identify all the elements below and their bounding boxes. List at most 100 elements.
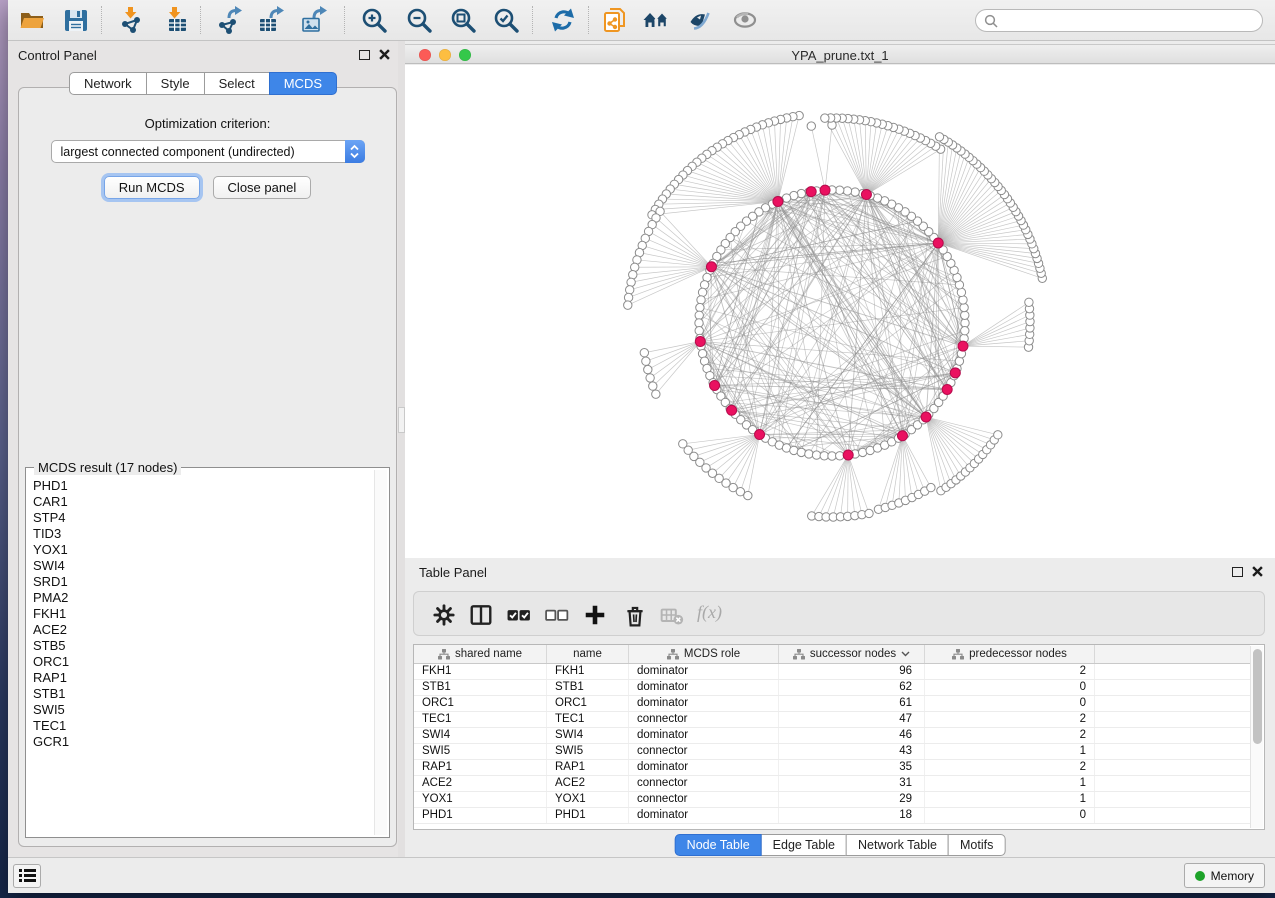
import-table-button[interactable] [160,5,190,35]
mcds-result-item[interactable]: TEC1 [33,718,373,734]
table-cell[interactable]: FKH1 [547,664,629,679]
column-header-predecessor-nodes[interactable]: predecessor nodes [925,645,1095,663]
mcds-result-item[interactable]: SWI4 [33,558,373,574]
optimization-dropdown[interactable]: largest connected component (undirected) [51,140,365,163]
network-node[interactable] [960,303,968,311]
table-cell[interactable]: 0 [925,680,1095,695]
zoom-out-button[interactable] [404,5,434,35]
table-row[interactable]: YOX1YOX1connector291 [414,792,1250,808]
mcds-result-item[interactable]: FKH1 [33,606,373,622]
table-cell[interactable]: connector [629,712,779,727]
table-cell[interactable]: 35 [779,760,925,775]
tab-network-table[interactable]: Network Table [846,834,949,856]
mcds-result-item[interactable]: CAR1 [33,494,373,510]
table-cell[interactable]: FKH1 [414,664,547,679]
tab-select[interactable]: Select [204,72,270,95]
export-image-button[interactable] [299,5,329,35]
save-session-button[interactable] [61,5,91,35]
table-cell[interactable]: 2 [925,664,1095,679]
zoom-in-button[interactable] [359,5,389,35]
import-network-button[interactable] [116,5,146,35]
network-node[interactable] [828,452,836,460]
close-panel-button[interactable]: Close panel [213,176,312,199]
network-leaf-node[interactable] [744,491,752,499]
search-input[interactable] [1003,14,1254,28]
table-cell[interactable]: 1 [925,744,1095,759]
network-node[interactable] [843,187,851,195]
network-node[interactable] [851,188,859,196]
task-history-button[interactable] [13,864,41,888]
table-cell[interactable]: 1 [925,792,1095,807]
table-cell[interactable]: dominator [629,808,779,823]
column-header-shared-name[interactable]: shared name [414,645,547,663]
network-node[interactable] [836,186,844,194]
table-cell[interactable]: 31 [779,776,925,791]
mcds-result-item[interactable]: PMA2 [33,590,373,606]
mcds-result-item[interactable]: STP4 [33,510,373,526]
table-cell[interactable]: 0 [925,808,1095,823]
table-row[interactable]: STB1STB1dominator620 [414,680,1250,696]
show-columns-button[interactable] [469,602,495,628]
network-leaf-node[interactable] [640,349,648,357]
network-mcds-hub-node[interactable] [933,238,943,248]
table-cell[interactable]: 0 [925,696,1095,711]
table-cell[interactable]: dominator [629,728,779,743]
table-cell[interactable]: ACE2 [414,776,547,791]
delete-column-button[interactable] [623,602,649,628]
table-options-button[interactable] [432,602,458,628]
network-mcds-hub-node[interactable] [820,185,830,195]
network-mcds-hub-node[interactable] [921,412,931,422]
refresh-button[interactable] [548,5,578,35]
mcds-result-item[interactable]: SWI5 [33,702,373,718]
table-cell[interactable]: YOX1 [414,792,547,807]
select-all-button[interactable] [507,602,533,628]
tab-motifs[interactable]: Motifs [948,834,1005,856]
table-cell[interactable]: RAP1 [414,760,547,775]
network-mcds-hub-node[interactable] [958,341,968,351]
network-leaf-node[interactable] [807,122,815,130]
network-canvas[interactable] [405,65,1275,558]
table-cell[interactable]: SWI5 [414,744,547,759]
network-node[interactable] [695,319,703,327]
network-leaf-node[interactable] [642,357,650,365]
tab-mcds[interactable]: MCDS [269,72,337,95]
column-header-mcds-role[interactable]: MCDS role [629,645,779,663]
table-row[interactable]: SWI5SWI5connector431 [414,744,1250,760]
table-cell[interactable]: SWI5 [547,744,629,759]
table-row[interactable]: ORC1ORC1dominator610 [414,696,1250,712]
network-leaf-node[interactable] [646,374,654,382]
table-cell[interactable]: RAP1 [547,760,629,775]
table-cell[interactable]: TEC1 [414,712,547,727]
network-mcds-hub-node[interactable] [695,337,705,347]
network-node[interactable] [812,451,820,459]
table-cell[interactable]: PHD1 [414,808,547,823]
network-mcds-hub-node[interactable] [843,450,853,460]
mcds-result-item[interactable]: RAP1 [33,670,373,686]
mcds-result-item[interactable]: STB1 [33,686,373,702]
table-cell[interactable]: 96 [779,664,925,679]
network-leaf-node[interactable] [821,114,829,122]
mcds-result-item[interactable]: ACE2 [33,622,373,638]
table-cell[interactable]: YOX1 [547,792,629,807]
table-row[interactable]: ACE2ACE2connector311 [414,776,1250,792]
mcds-result-list[interactable]: PHD1CAR1STP4TID3YOX1SWI4SRD1PMA2FKH1ACE2… [28,472,373,835]
network-leaf-node[interactable] [624,293,632,301]
network-leaf-node[interactable] [1025,298,1033,306]
zoom-selected-button[interactable] [491,5,521,35]
network-mcds-hub-node[interactable] [950,368,960,378]
table-cell[interactable]: dominator [629,680,779,695]
network-mcds-hub-node[interactable] [806,187,816,197]
table-row[interactable]: FKH1FKH1dominator962 [414,664,1250,680]
table-cell[interactable]: SWI4 [547,728,629,743]
table-cell[interactable]: ORC1 [547,696,629,711]
network-leaf-node[interactable] [865,509,873,517]
table-cell[interactable]: 61 [779,696,925,711]
table-cell[interactable]: 2 [925,728,1095,743]
export-table-button[interactable] [256,5,286,35]
network-node[interactable] [797,448,805,456]
network-leaf-node[interactable] [629,271,637,279]
column-header-successor-nodes[interactable]: successor nodes [779,645,925,663]
table-cell[interactable]: 1 [925,776,1095,791]
zoom-fit-button[interactable] [448,5,478,35]
table-cell[interactable]: 62 [779,680,925,695]
